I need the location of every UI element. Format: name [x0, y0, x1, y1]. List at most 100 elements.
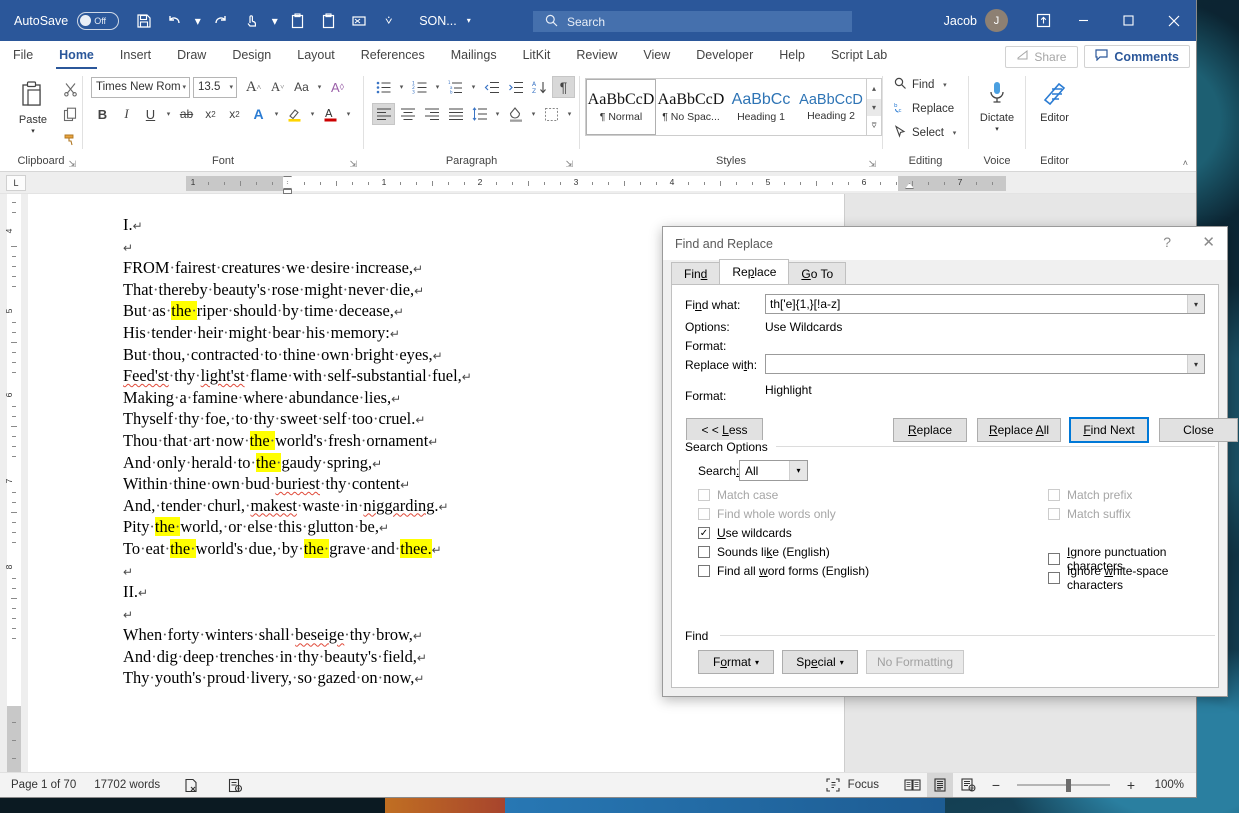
text-effects-caret-icon[interactable]: ▾: [271, 110, 282, 118]
read-mode-icon[interactable]: [899, 773, 925, 797]
paste-button[interactable]: Paste ▾: [9, 76, 57, 135]
ribbon-display-options-icon[interactable]: [1025, 0, 1061, 41]
strikethrough-icon[interactable]: ab: [175, 103, 198, 125]
styles-scroll-down-icon[interactable]: ▾: [867, 98, 881, 116]
checkbox-sounds-like[interactable]: Sounds like (English): [698, 545, 830, 559]
font-size-caret-icon[interactable]: ▾: [229, 83, 236, 91]
horizontal-ruler-track[interactable]: 1 1 2 3 4 5 6 7: [186, 176, 1006, 191]
style-no-spacing[interactable]: AaBbCcD ¶ No Spac...: [656, 79, 726, 135]
italic-icon[interactable]: I: [115, 103, 138, 125]
close-button[interactable]: Close: [1159, 418, 1238, 442]
undo-dropdown-icon[interactable]: ▾: [191, 7, 204, 35]
select-caret-icon[interactable]: ▾: [949, 129, 960, 137]
select-button[interactable]: Select ▾: [890, 121, 964, 144]
search-scope-select[interactable]: All ▾: [739, 460, 808, 481]
close-button[interactable]: [1151, 0, 1196, 41]
styles-gallery-scrollbar[interactable]: ▴ ▾ ⩢: [866, 79, 881, 135]
copy-icon[interactable]: [59, 103, 82, 125]
format-button[interactable]: Format ▾: [698, 650, 774, 674]
shading-icon[interactable]: [504, 103, 527, 125]
replace-all-button[interactable]: Replace All: [977, 418, 1061, 442]
tab-script-lab[interactable]: Script Lab: [818, 42, 900, 69]
bullets-icon[interactable]: [372, 76, 395, 98]
sort-icon[interactable]: AZ: [528, 76, 551, 98]
web-layout-icon[interactable]: [955, 773, 981, 797]
checkbox-match-suffix[interactable]: Match suffix: [1048, 507, 1131, 521]
tab-draw[interactable]: Draw: [164, 42, 219, 69]
numbering-icon[interactable]: 123: [408, 76, 431, 98]
minimize-button[interactable]: [1061, 0, 1106, 41]
replace-with-dropdown-icon[interactable]: ▾: [1187, 355, 1204, 373]
tab-design[interactable]: Design: [219, 42, 284, 69]
show-formatting-marks-icon[interactable]: ¶: [552, 76, 575, 98]
document-name-caret-icon[interactable]: ▾: [467, 16, 471, 25]
redo-icon[interactable]: [206, 7, 235, 35]
numbering-caret-icon[interactable]: ▾: [432, 83, 443, 91]
customize-qat-icon[interactable]: ⩒: [382, 7, 395, 35]
checkbox-match-case[interactable]: Match case: [698, 488, 778, 502]
tab-insert[interactable]: Insert: [107, 42, 164, 69]
proofing-errors-icon[interactable]: [178, 773, 204, 797]
styles-dialog-launcher[interactable]: ⇲: [868, 159, 876, 170]
maximize-button[interactable]: [1106, 0, 1151, 41]
print-layout-icon[interactable]: [927, 773, 953, 797]
highlight-caret-icon[interactable]: ▾: [307, 110, 318, 118]
tab-view[interactable]: View: [630, 42, 683, 69]
styles-gallery[interactable]: AaBbCcD ¶ Normal AaBbCcD ¶ No Spac... Aa…: [585, 78, 882, 136]
checkbox-use-wildcards[interactable]: ✓ Use wildcards: [698, 526, 792, 540]
paste-dropdown-caret-icon[interactable]: ▾: [31, 127, 35, 135]
zoom-slider[interactable]: [1011, 773, 1116, 797]
clipboard-dialog-launcher[interactable]: ⇲: [68, 159, 76, 170]
vertical-ruler[interactable]: 4 5 6 7 8: [0, 194, 28, 772]
checkbox-ignore-whitespace[interactable]: Ignore white-space characters: [1048, 564, 1218, 592]
font-family-combo[interactable]: Times New Rom ▾: [91, 76, 190, 98]
search-input[interactable]: Search: [533, 11, 852, 32]
touch-mode-icon[interactable]: [237, 7, 266, 35]
text-effects-icon[interactable]: A: [247, 103, 270, 125]
checkbox-match-prefix[interactable]: Match prefix: [1048, 488, 1132, 502]
clear-formatting-icon[interactable]: A ◊: [326, 76, 349, 98]
replace-button[interactable]: bc Replace: [890, 97, 958, 120]
style-heading-1[interactable]: AaBbCc Heading 1: [726, 79, 796, 135]
tab-litkit[interactable]: LitKit: [510, 42, 564, 69]
touch-mode-dropdown-icon[interactable]: ▾: [268, 7, 281, 35]
special-button[interactable]: Special ▾: [782, 650, 858, 674]
find-button[interactable]: Find ▾: [890, 73, 954, 96]
align-right-icon[interactable]: [420, 103, 443, 125]
bullets-caret-icon[interactable]: ▾: [396, 83, 407, 91]
editor-button[interactable]: Editor: [1030, 76, 1080, 124]
borders-caret-icon[interactable]: ▾: [564, 110, 575, 118]
bold-icon[interactable]: B: [91, 103, 114, 125]
font-dialog-launcher[interactable]: ⇲: [349, 159, 357, 170]
horizontal-ruler[interactable]: L 1 1 2 3 4 5 6 7: [0, 172, 1196, 194]
replace-with-field[interactable]: ▾: [765, 354, 1205, 374]
document-name[interactable]: SON... ▾: [419, 14, 471, 28]
search-scope-dropdown-icon[interactable]: ▾: [789, 461, 807, 480]
format-painter-icon[interactable]: [59, 128, 82, 150]
paragraph-dialog-launcher[interactable]: ⇲: [565, 159, 573, 170]
multilevel-list-icon[interactable]: 1ab: [444, 76, 467, 98]
font-family-caret-icon[interactable]: ▾: [182, 83, 189, 91]
underline-icon[interactable]: U: [139, 103, 162, 125]
tab-mailings[interactable]: Mailings: [438, 42, 510, 69]
zoom-out-button[interactable]: −: [983, 773, 1009, 797]
justify-icon[interactable]: [444, 103, 467, 125]
find-what-input[interactable]: [766, 295, 1187, 313]
word-count-status[interactable]: 17702 words: [94, 779, 160, 791]
align-center-icon[interactable]: [396, 103, 419, 125]
font-color-caret-icon[interactable]: ▾: [343, 110, 354, 118]
account-name[interactable]: Jacob: [944, 14, 977, 28]
grow-font-icon[interactable]: A ˄: [242, 76, 265, 98]
styles-scroll-up-icon[interactable]: ▴: [867, 80, 881, 97]
focus-label[interactable]: Focus: [848, 779, 879, 791]
style-normal[interactable]: AaBbCcD ¶ Normal: [586, 79, 656, 135]
dictate-button[interactable]: Dictate ▾: [972, 76, 1022, 133]
paste-icon[interactable]: [283, 7, 312, 35]
tab-home[interactable]: Home: [46, 42, 107, 69]
accessibility-icon[interactable]: [222, 773, 248, 797]
tab-developer[interactable]: Developer: [683, 42, 766, 69]
multilevel-caret-icon[interactable]: ▾: [468, 83, 479, 91]
change-case-caret-icon[interactable]: ▾: [314, 83, 325, 91]
find-what-dropdown-icon[interactable]: ▾: [1187, 295, 1204, 313]
line-spacing-icon[interactable]: [468, 103, 491, 125]
